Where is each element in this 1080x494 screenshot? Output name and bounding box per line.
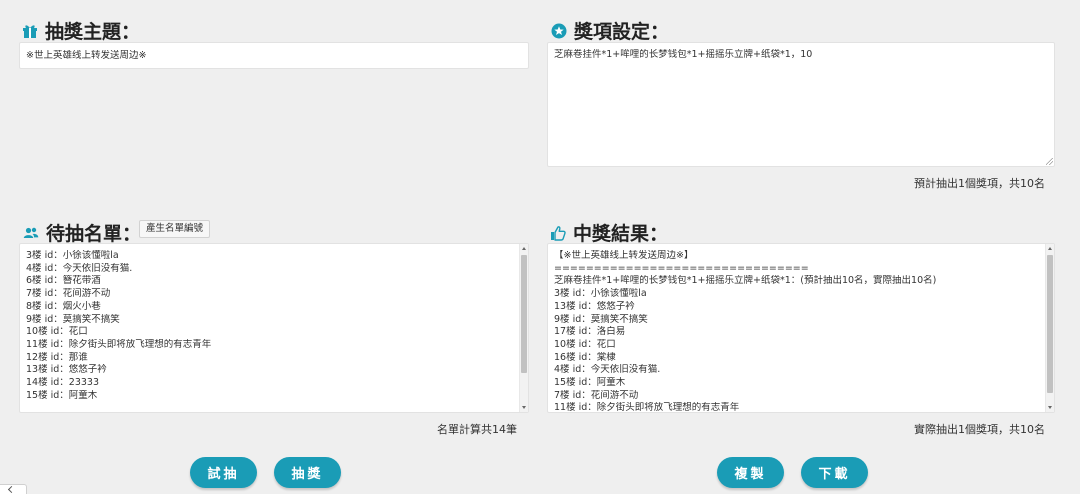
candidates-lines: 3楼 id：小徐该懂啦la 4楼 id：今天依旧没有猫. 6楼 id：簪花带酒 7楼 … <box>26 250 522 402</box>
scroll-thumb[interactable] <box>521 255 527 373</box>
text-line: 6楼 id：簪花带酒 <box>26 275 101 287</box>
draw-button[interactable]: 抽獎 <box>274 457 341 488</box>
text-line: 9楼 id：莫搞笑不搞笑 <box>554 313 648 325</box>
text-line: 9楼 id：莫搞笑不搞笑 <box>26 313 120 325</box>
scroll-down-icon[interactable] <box>1048 406 1052 409</box>
text-line: 3楼 id：小徐该懂啦la <box>554 288 647 300</box>
topic-heading-text: 抽獎主題： <box>45 21 141 43</box>
text-line: 15楼 id：阿童木 <box>554 377 626 389</box>
scroll-up-icon[interactable] <box>522 247 526 250</box>
results-scrollbar[interactable] <box>1045 244 1054 412</box>
text-line: 3楼 id：小徐该懂啦la <box>26 250 119 261</box>
text-line: 【※世上英雄线上转发送周边※】 <box>554 250 694 261</box>
gift-icon <box>22 23 38 39</box>
topic-heading: 抽獎主題： <box>22 17 140 44</box>
collapse-tab[interactable] <box>0 484 27 494</box>
text-line: 13楼 id：悠悠子衿 <box>26 364 107 376</box>
scroll-thumb[interactable] <box>1047 255 1053 393</box>
text-line: 11楼 id：除夕街头即将放飞理想的有志青年 <box>26 338 212 350</box>
topic-input-value: ※世上英雄线上转发送周边※ <box>26 50 147 61</box>
download-button[interactable]: 下載 <box>801 457 868 488</box>
text-line: 16楼 id：棠棣 <box>554 351 616 363</box>
star-circle-icon <box>551 23 567 39</box>
candidates-scrollbar[interactable] <box>519 244 528 412</box>
scroll-down-icon[interactable] <box>522 406 526 409</box>
text-line: 芝麻卷挂件*1+哞哩的长梦钱包*1+摇摇乐立牌+纸袋*1：(預計抽出10名，實際… <box>554 275 937 287</box>
topic-input[interactable]: ※世上英雄线上转发送周边※ <box>19 42 529 69</box>
text-line: 4楼 id：今天依旧没有猫. <box>26 262 133 274</box>
candidates-heading-text: 待抽名單： <box>46 223 142 245</box>
text-line: 10楼 id：花口 <box>554 338 616 350</box>
text-line: 13楼 id：悠悠子衿 <box>554 300 635 312</box>
prizes-summary: 預計抽出1個獎項，共10名 <box>914 177 1045 190</box>
scroll-up-icon[interactable] <box>1048 247 1052 250</box>
copy-button[interactable]: 複製 <box>717 457 784 488</box>
text-line: 15楼 id：阿童木 <box>26 389 98 401</box>
resize-grip-icon[interactable] <box>1046 158 1053 165</box>
users-icon <box>23 225 39 241</box>
chevron-up-icon <box>7 485 16 494</box>
text-line: 14楼 id：23333 <box>26 377 99 389</box>
text-line: 4楼 id：今天依旧没有猫. <box>554 364 661 376</box>
trial-draw-button[interactable]: 試抽 <box>190 457 257 488</box>
results-heading-text: 中獎結果： <box>573 223 669 245</box>
results-lines: 【※世上英雄线上转发送周边※】 =========================… <box>554 250 1048 413</box>
text-line: 7楼 id：花间游不动 <box>554 389 639 401</box>
results-summary: 實際抽出1個獎項，共10名 <box>914 423 1045 436</box>
text-line: 11楼 id：除夕街头即将放飞理想的有志青年 <box>554 402 740 413</box>
prizes-textarea[interactable]: 芝麻卷挂件*1+哞哩的长梦钱包*1+摇摇乐立牌+纸袋*1，10 <box>547 42 1055 167</box>
prizes-textarea-value: 芝麻卷挂件*1+哞哩的长梦钱包*1+摇摇乐立牌+纸袋*1，10 <box>554 49 813 60</box>
text-line: 17楼 id：洛白易 <box>554 326 626 338</box>
prizes-heading: 獎項設定： <box>551 17 669 44</box>
results-heading: 中獎結果： <box>550 219 668 246</box>
text-line: 12楼 id：那谁 <box>26 351 88 363</box>
text-line: ================================ <box>554 262 809 274</box>
text-line: 10楼 id：花口 <box>26 326 88 338</box>
text-line: 8楼 id：烟火小巷 <box>26 300 101 312</box>
results-textarea[interactable]: 【※世上英雄线上转发送周边※】 =========================… <box>547 243 1055 413</box>
generate-list-number-button[interactable]: 產生名單編號 <box>139 220 211 238</box>
thumbs-up-icon <box>550 225 566 241</box>
prizes-heading-text: 獎項設定： <box>574 21 670 43</box>
candidates-textarea[interactable]: 3楼 id：小徐该懂啦la 4楼 id：今天依旧没有猫. 6楼 id：簪花带酒 7楼 … <box>19 243 529 413</box>
candidates-heading: 待抽名單： <box>23 219 141 246</box>
candidates-summary: 名單計算共14筆 <box>437 423 517 436</box>
text-line: 7楼 id：花间游不动 <box>26 288 111 300</box>
